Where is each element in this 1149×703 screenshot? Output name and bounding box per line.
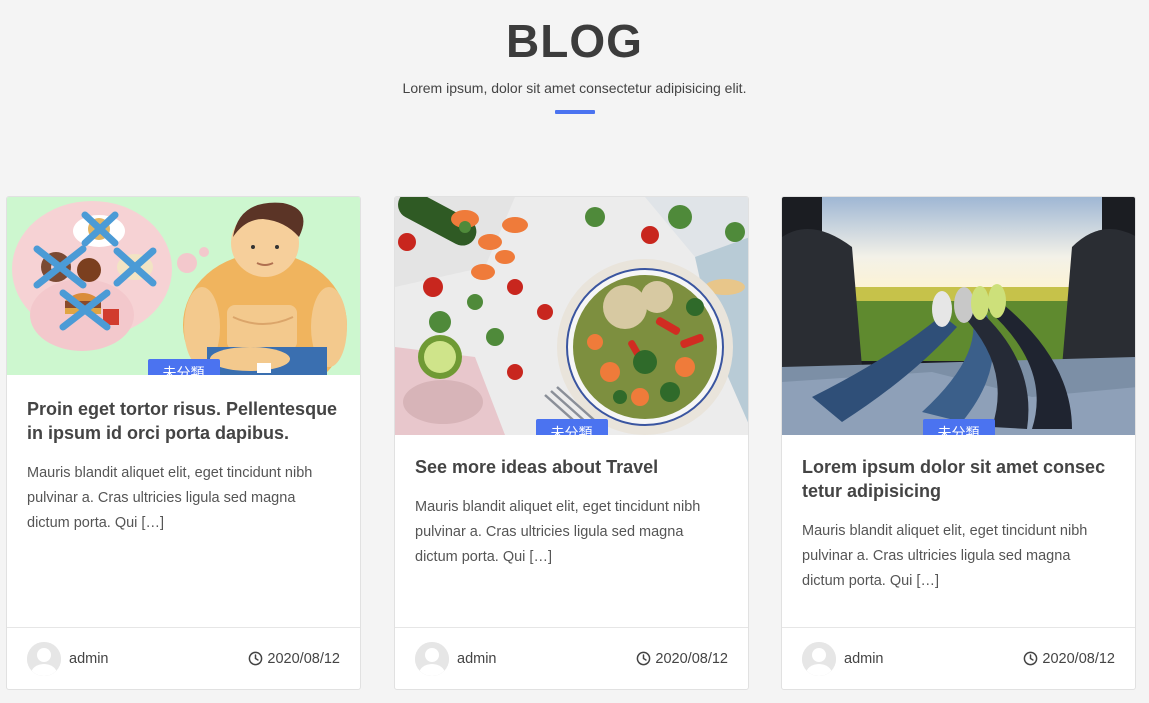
page-title: BLOG bbox=[506, 15, 643, 67]
category-badge[interactable]: 未分類 bbox=[535, 419, 608, 435]
post-author[interactable]: admin bbox=[802, 641, 884, 676]
clock-icon bbox=[637, 651, 651, 666]
blog-card-3[interactable]: 未分類 Lorem ipsum dolor sit amet consec te… bbox=[781, 196, 1136, 690]
post-excerpt: Mauris blandit aliquet elit, eget tincid… bbox=[27, 465, 313, 531]
car-trunk-legs-photo-image bbox=[782, 197, 1135, 435]
post-thumbnail[interactable]: 未分類 bbox=[782, 197, 1135, 435]
date-text: 2020/08/12 bbox=[267, 650, 340, 667]
avatar bbox=[802, 641, 836, 676]
avatar bbox=[415, 641, 449, 676]
blog-card-1[interactable]: 未分類 Proin eget tortor risus. Pellentesqu… bbox=[6, 196, 361, 690]
title-divider bbox=[554, 110, 595, 114]
post-date: 2020/08/12 bbox=[248, 651, 340, 667]
category-badge[interactable]: 未分類 bbox=[147, 359, 220, 375]
category-badge[interactable]: 未分類 bbox=[922, 419, 995, 435]
post-author[interactable]: admin bbox=[27, 641, 109, 676]
post-date: 2020/08/12 bbox=[636, 651, 728, 667]
post-author[interactable]: admin bbox=[415, 641, 497, 676]
avatar bbox=[27, 641, 61, 676]
author-name: admin bbox=[457, 650, 497, 667]
author-name: admin bbox=[844, 650, 884, 667]
post-footer: admin 2020/08/12 bbox=[7, 627, 360, 689]
post-excerpt: Mauris blandit aliquet elit, eget tincid… bbox=[415, 499, 701, 565]
post-title[interactable]: See more ideas about Travel bbox=[415, 455, 728, 479]
clock-icon bbox=[249, 651, 263, 666]
post-excerpt: Mauris blandit aliquet elit, eget tincid… bbox=[802, 523, 1088, 589]
post-thumbnail[interactable]: 未分類 bbox=[7, 197, 360, 375]
salad-bowl-photo-image bbox=[395, 197, 748, 435]
post-title[interactable]: Proin eget tortor risus. Pellentesque in… bbox=[27, 397, 340, 445]
post-footer: admin 2020/08/12 bbox=[395, 627, 748, 689]
post-footer: admin 2020/08/12 bbox=[782, 627, 1135, 689]
blog-card-2[interactable]: 未分類 See more ideas about Travel Mauris b… bbox=[394, 196, 749, 690]
blog-header: BLOG Lorem ipsum, dolor sit amet consect… bbox=[0, 0, 1149, 114]
diet-illustration-image bbox=[7, 197, 360, 375]
clock-icon bbox=[1024, 651, 1038, 666]
date-text: 2020/08/12 bbox=[655, 650, 728, 667]
date-text: 2020/08/12 bbox=[1042, 650, 1115, 667]
author-name: admin bbox=[69, 650, 109, 667]
post-date: 2020/08/12 bbox=[1023, 651, 1115, 667]
page-subtitle: Lorem ipsum, dolor sit amet consectetur … bbox=[402, 80, 747, 96]
post-title[interactable]: Lorem ipsum dolor sit amet consec tetur … bbox=[802, 455, 1115, 503]
post-thumbnail[interactable]: 未分類 bbox=[395, 197, 748, 435]
